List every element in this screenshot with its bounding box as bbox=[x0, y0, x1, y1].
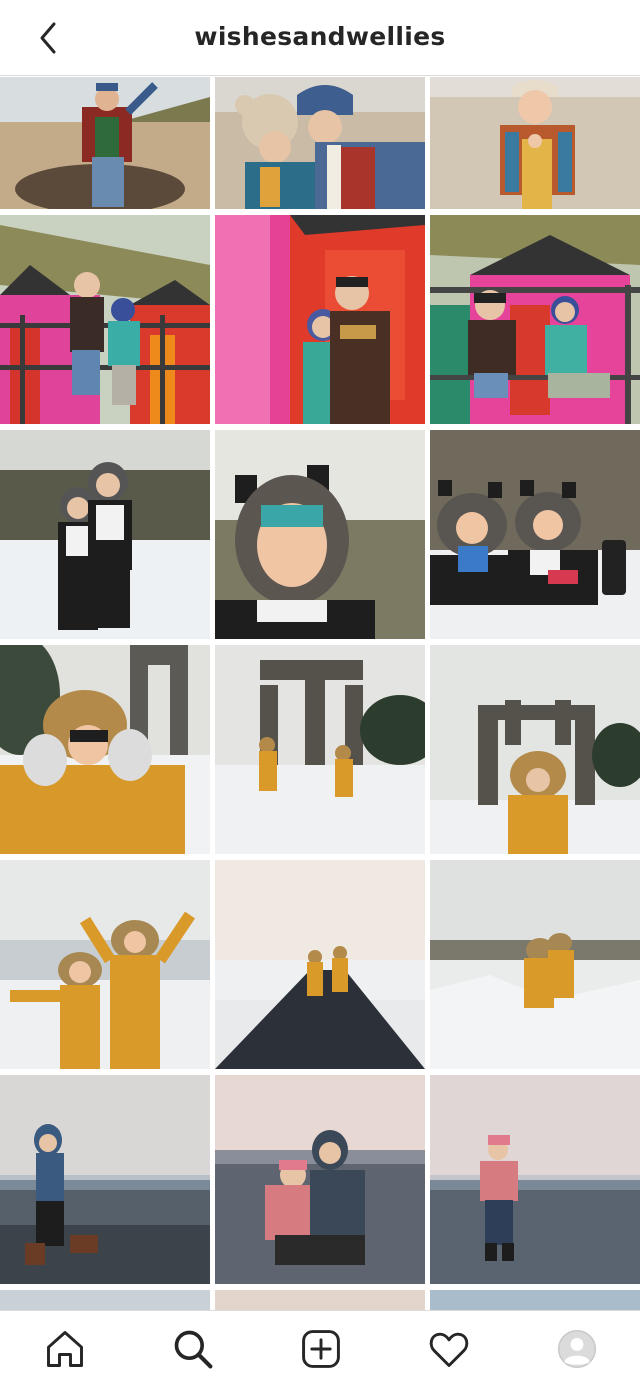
post-thumbnail[interactable] bbox=[215, 645, 425, 854]
post-thumbnail[interactable] bbox=[0, 860, 210, 1069]
post-thumbnail[interactable] bbox=[0, 1290, 210, 1310]
post-thumbnail[interactable] bbox=[0, 645, 210, 854]
post-thumbnail[interactable] bbox=[430, 215, 640, 424]
post-thumbnail[interactable] bbox=[0, 1075, 210, 1284]
profile-username: wishesandwellies bbox=[194, 22, 446, 51]
tab-new-post[interactable] bbox=[297, 1325, 345, 1373]
post-thumbnail[interactable] bbox=[215, 1290, 425, 1310]
post-thumbnail[interactable] bbox=[215, 430, 425, 639]
post-thumbnail[interactable] bbox=[430, 645, 640, 854]
post-thumbnail[interactable] bbox=[215, 860, 425, 1069]
tab-activity[interactable] bbox=[425, 1325, 473, 1373]
post-thumbnail[interactable] bbox=[430, 860, 640, 1069]
post-thumbnail[interactable] bbox=[0, 77, 210, 209]
new-post-icon bbox=[302, 1330, 340, 1368]
post-thumbnail[interactable] bbox=[215, 1075, 425, 1284]
home-icon bbox=[47, 1331, 83, 1367]
tab-search[interactable] bbox=[169, 1325, 217, 1373]
heart-icon bbox=[429, 1332, 469, 1367]
bottom-tab-bar bbox=[0, 1310, 640, 1386]
post-thumbnail[interactable] bbox=[430, 1290, 640, 1310]
search-icon bbox=[174, 1330, 213, 1369]
tab-home[interactable] bbox=[41, 1325, 89, 1373]
post-thumbnail[interactable] bbox=[0, 215, 210, 424]
post-thumbnail[interactable] bbox=[430, 1075, 640, 1284]
post-thumbnail[interactable] bbox=[430, 430, 640, 639]
tab-profile[interactable] bbox=[553, 1325, 601, 1373]
post-thumbnail[interactable] bbox=[0, 430, 210, 639]
post-thumbnail[interactable] bbox=[215, 215, 425, 424]
post-thumbnail[interactable] bbox=[215, 77, 425, 209]
top-bar: wishesandwellies bbox=[0, 0, 640, 76]
profile-avatar-icon bbox=[557, 1329, 597, 1369]
post-thumbnail[interactable] bbox=[430, 77, 640, 209]
